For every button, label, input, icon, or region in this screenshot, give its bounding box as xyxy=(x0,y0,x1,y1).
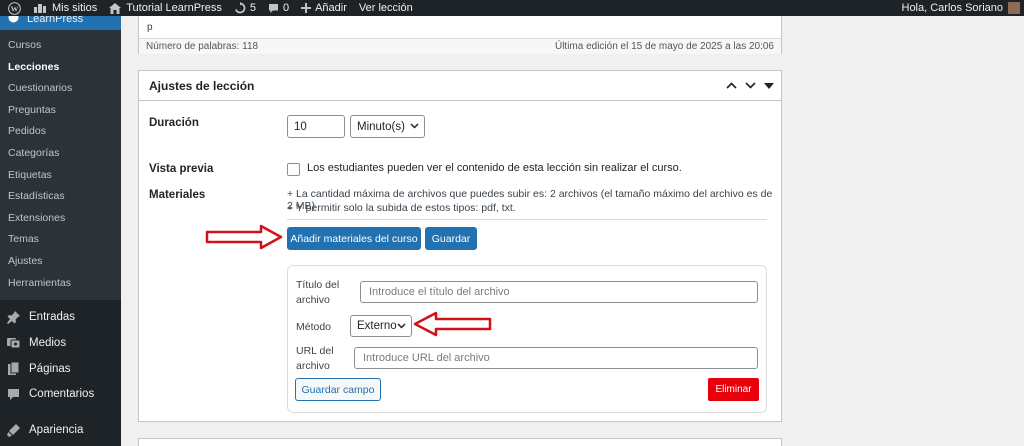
duration-input[interactable]: 10 xyxy=(287,115,345,138)
word-count: Número de palabras: 118 xyxy=(146,41,259,52)
site-name-menu[interactable]: Tutorial LearnPress xyxy=(103,0,228,16)
preview-checkbox[interactable] xyxy=(287,163,300,176)
svg-text:W: W xyxy=(10,4,18,13)
delete-button[interactable]: Eliminar xyxy=(708,378,759,401)
sidebar-item-label: Comentarios xyxy=(29,388,95,401)
materials-label: Materiales xyxy=(149,189,206,201)
avatar xyxy=(1008,2,1020,14)
duration-unit-select[interactable]: Minuto(s) xyxy=(350,115,425,138)
media-icon xyxy=(6,336,20,350)
move-down-icon[interactable] xyxy=(742,78,758,94)
home-icon xyxy=(109,2,122,14)
sidebar-item-label: Medios xyxy=(29,336,67,349)
submenu-item-temas[interactable]: Temas xyxy=(0,229,121,251)
submenu-item-lecciones[interactable]: Lecciones xyxy=(0,57,121,79)
sidebar-item-comentarios[interactable]: Comentarios xyxy=(0,382,121,408)
sidebar-item-label: Apariencia xyxy=(29,424,84,437)
my-sites-label: Mis sitios xyxy=(52,2,98,14)
sidebar-item-label: Páginas xyxy=(29,362,71,375)
duration-unit-value: Minuto(s) xyxy=(357,120,405,133)
metabox-controls xyxy=(723,78,781,94)
file-title-input[interactable]: Introduce el título del archivo xyxy=(360,281,758,303)
learnpress-icon xyxy=(8,16,19,26)
pin-icon xyxy=(6,310,20,324)
move-up-icon[interactable] xyxy=(723,78,739,94)
submenu-item-estadisticas[interactable]: Estadísticas xyxy=(0,186,121,208)
editor-content[interactable]: p xyxy=(147,22,153,33)
plus-icon xyxy=(301,3,312,13)
admin-sidebar: LearnPress Cursos Lecciones Cuestionario… xyxy=(0,16,121,446)
method-label: Método xyxy=(296,321,332,333)
editor-status-bar: Número de palabras: 118 Última edición e… xyxy=(139,38,781,54)
learnpress-submenu: Cursos Lecciones Cuestionarios Preguntas… xyxy=(0,30,121,301)
submenu-item-pedidos[interactable]: Pedidos xyxy=(0,121,121,143)
admin-bar: W Mis sitios Tutorial LearnPress 5 0 Aña… xyxy=(0,0,1024,16)
next-metabox xyxy=(138,438,782,446)
account-menu[interactable]: Hola, Carlos Soriano xyxy=(896,0,1024,16)
last-edit: Última edición el 15 de mayo de 2025 a l… xyxy=(554,41,774,52)
submenu-item-preguntas[interactable]: Preguntas xyxy=(0,100,121,122)
method-value: Externo xyxy=(357,320,397,332)
save-button[interactable]: Guardar xyxy=(425,227,477,250)
file-title-label-line2: archivo xyxy=(296,294,330,306)
chevron-down-icon xyxy=(410,123,419,129)
annotation-arrow-right-icon xyxy=(205,224,283,250)
file-title-label: Título del archivo xyxy=(296,278,339,308)
annotation-arrow-left-icon xyxy=(413,311,492,337)
updates-menu[interactable]: 5 xyxy=(228,0,262,16)
url-label-line1: URL del xyxy=(296,345,334,357)
appearance-icon xyxy=(6,423,20,437)
lesson-editor: p Número de palabras: 118 Última edición… xyxy=(138,16,782,54)
add-course-materials-button[interactable]: Añadir materiales del curso xyxy=(287,227,421,250)
my-sites-menu[interactable]: Mis sitios xyxy=(28,0,103,16)
method-select[interactable]: Externo xyxy=(350,315,412,337)
submenu-item-extensiones[interactable]: Extensiones xyxy=(0,208,121,230)
submenu-item-herramientas[interactable]: Herramientas xyxy=(0,273,121,295)
wordpress-logo-icon[interactable]: W xyxy=(0,0,28,16)
materials-info-types: + Y permitir solo la subida de estos tip… xyxy=(287,202,516,214)
comments-icon xyxy=(6,387,20,401)
add-new-menu[interactable]: Añadir xyxy=(295,0,353,16)
updates-count: 5 xyxy=(249,2,256,14)
metabox-header: Ajustes de lección xyxy=(139,71,781,101)
pages-icon xyxy=(6,362,20,376)
preview-checkbox-label: Los estudiantes pueden ver el contenido … xyxy=(307,162,682,174)
comment-bubble-icon xyxy=(268,3,279,14)
file-title-label-line1: Título del xyxy=(296,279,340,291)
sidebar-item-paginas[interactable]: Páginas xyxy=(0,356,121,382)
divider xyxy=(287,219,767,220)
updates-icon xyxy=(234,2,246,14)
comments-count: 0 xyxy=(282,2,290,14)
url-label: URL del archivo xyxy=(296,344,334,374)
file-url-input[interactable]: Introduce URL del archivo xyxy=(354,347,758,369)
submenu-item-cursos[interactable]: Cursos xyxy=(0,35,121,57)
sidebar-item-label: Entradas xyxy=(29,311,76,324)
site-name-label: Tutorial LearnPress xyxy=(126,2,222,14)
chevron-down-icon xyxy=(397,323,406,329)
duration-label: Duración xyxy=(149,117,199,129)
submenu-item-cuestionarios[interactable]: Cuestionarios xyxy=(0,78,121,100)
my-sites-icon xyxy=(34,3,47,13)
submenu-item-ajustes[interactable]: Ajustes xyxy=(0,251,121,273)
comments-menu[interactable]: 0 xyxy=(262,0,295,16)
submenu-item-etiquetas[interactable]: Etiquetas xyxy=(0,165,121,187)
sidebar-item-entradas[interactable]: Entradas xyxy=(0,304,121,330)
material-item-panel: Título del archivo Introduce el título d… xyxy=(287,265,767,413)
sidebar-item-learnpress[interactable]: LearnPress xyxy=(0,16,121,30)
submenu-item-categorias[interactable]: Categorías xyxy=(0,143,121,165)
add-new-label: Añadir xyxy=(315,2,347,14)
url-label-line2: archivo xyxy=(296,360,330,372)
view-lesson-link[interactable]: Ver lección xyxy=(353,0,419,16)
greeting-label: Hola, Carlos Soriano xyxy=(901,2,1004,14)
preview-label: Vista previa xyxy=(149,163,214,175)
metabox-title: Ajustes de lección xyxy=(149,78,255,93)
save-field-button[interactable]: Guardar campo xyxy=(295,378,381,401)
sidebar-item-medios[interactable]: Medios xyxy=(0,330,121,356)
learnpress-label: LearnPress xyxy=(27,16,84,25)
sidebar-item-apariencia[interactable]: Apariencia xyxy=(0,417,121,443)
collapse-toggle-icon[interactable] xyxy=(761,78,777,94)
